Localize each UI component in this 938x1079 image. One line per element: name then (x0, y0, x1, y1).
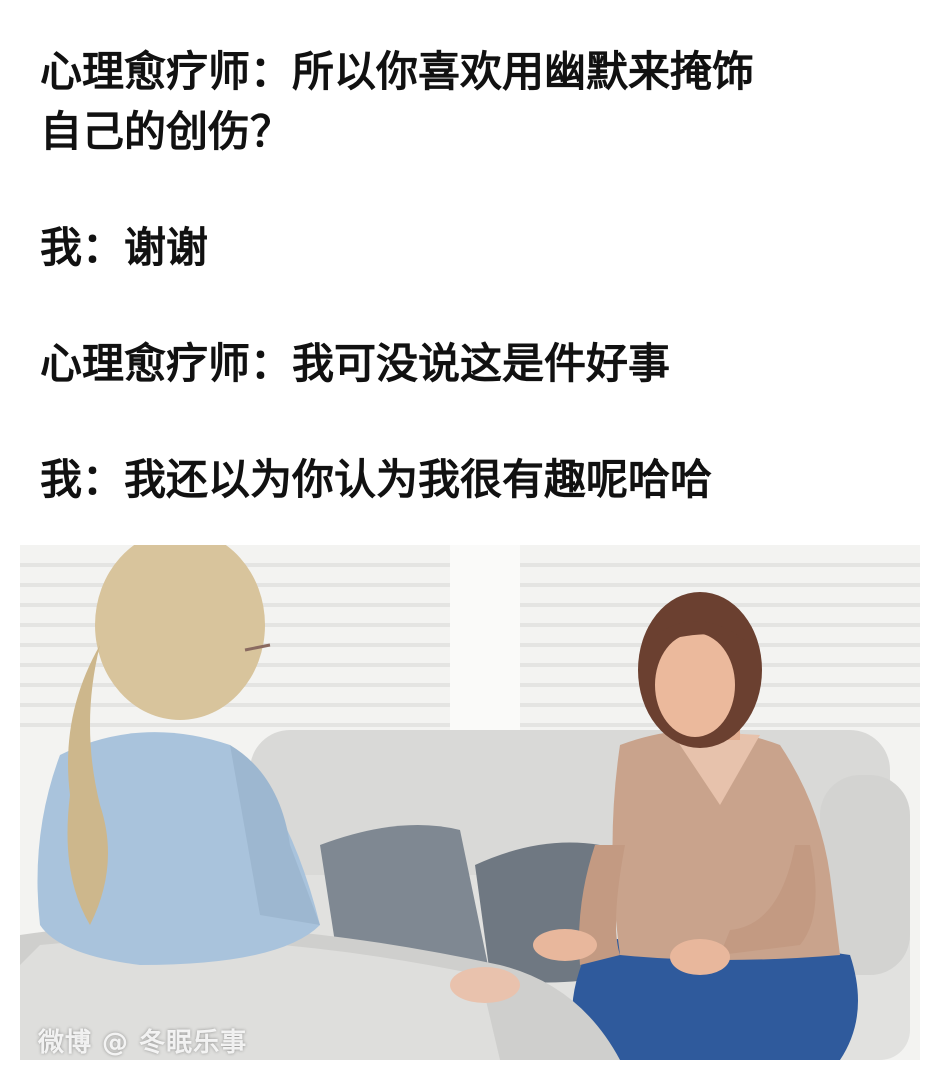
therapy-scene-illustration (20, 545, 920, 1060)
therapist-line-2: 心理愈疗师：我可没说这是件好事 (40, 339, 671, 388)
therapist-line-1a: 心理愈疗师：所以你喜欢用幽默来掩饰 (40, 47, 755, 96)
therapist-line-1b: 自己的创伤？ (40, 107, 293, 156)
weibo-watermark: 微博 @ 冬眠乐事 (38, 1028, 248, 1058)
therapy-session-photo (20, 545, 920, 1060)
me-line-2: 我：我还以为你认为我很有趣呢哈哈 (40, 455, 713, 504)
dialogue-text: 心理愈疗师：所以你喜欢用幽默来掩饰 自己的创伤？ 我：谢谢 心理愈疗师：我可没说… (40, 42, 910, 510)
me-line-1: 我：谢谢 (40, 223, 209, 272)
